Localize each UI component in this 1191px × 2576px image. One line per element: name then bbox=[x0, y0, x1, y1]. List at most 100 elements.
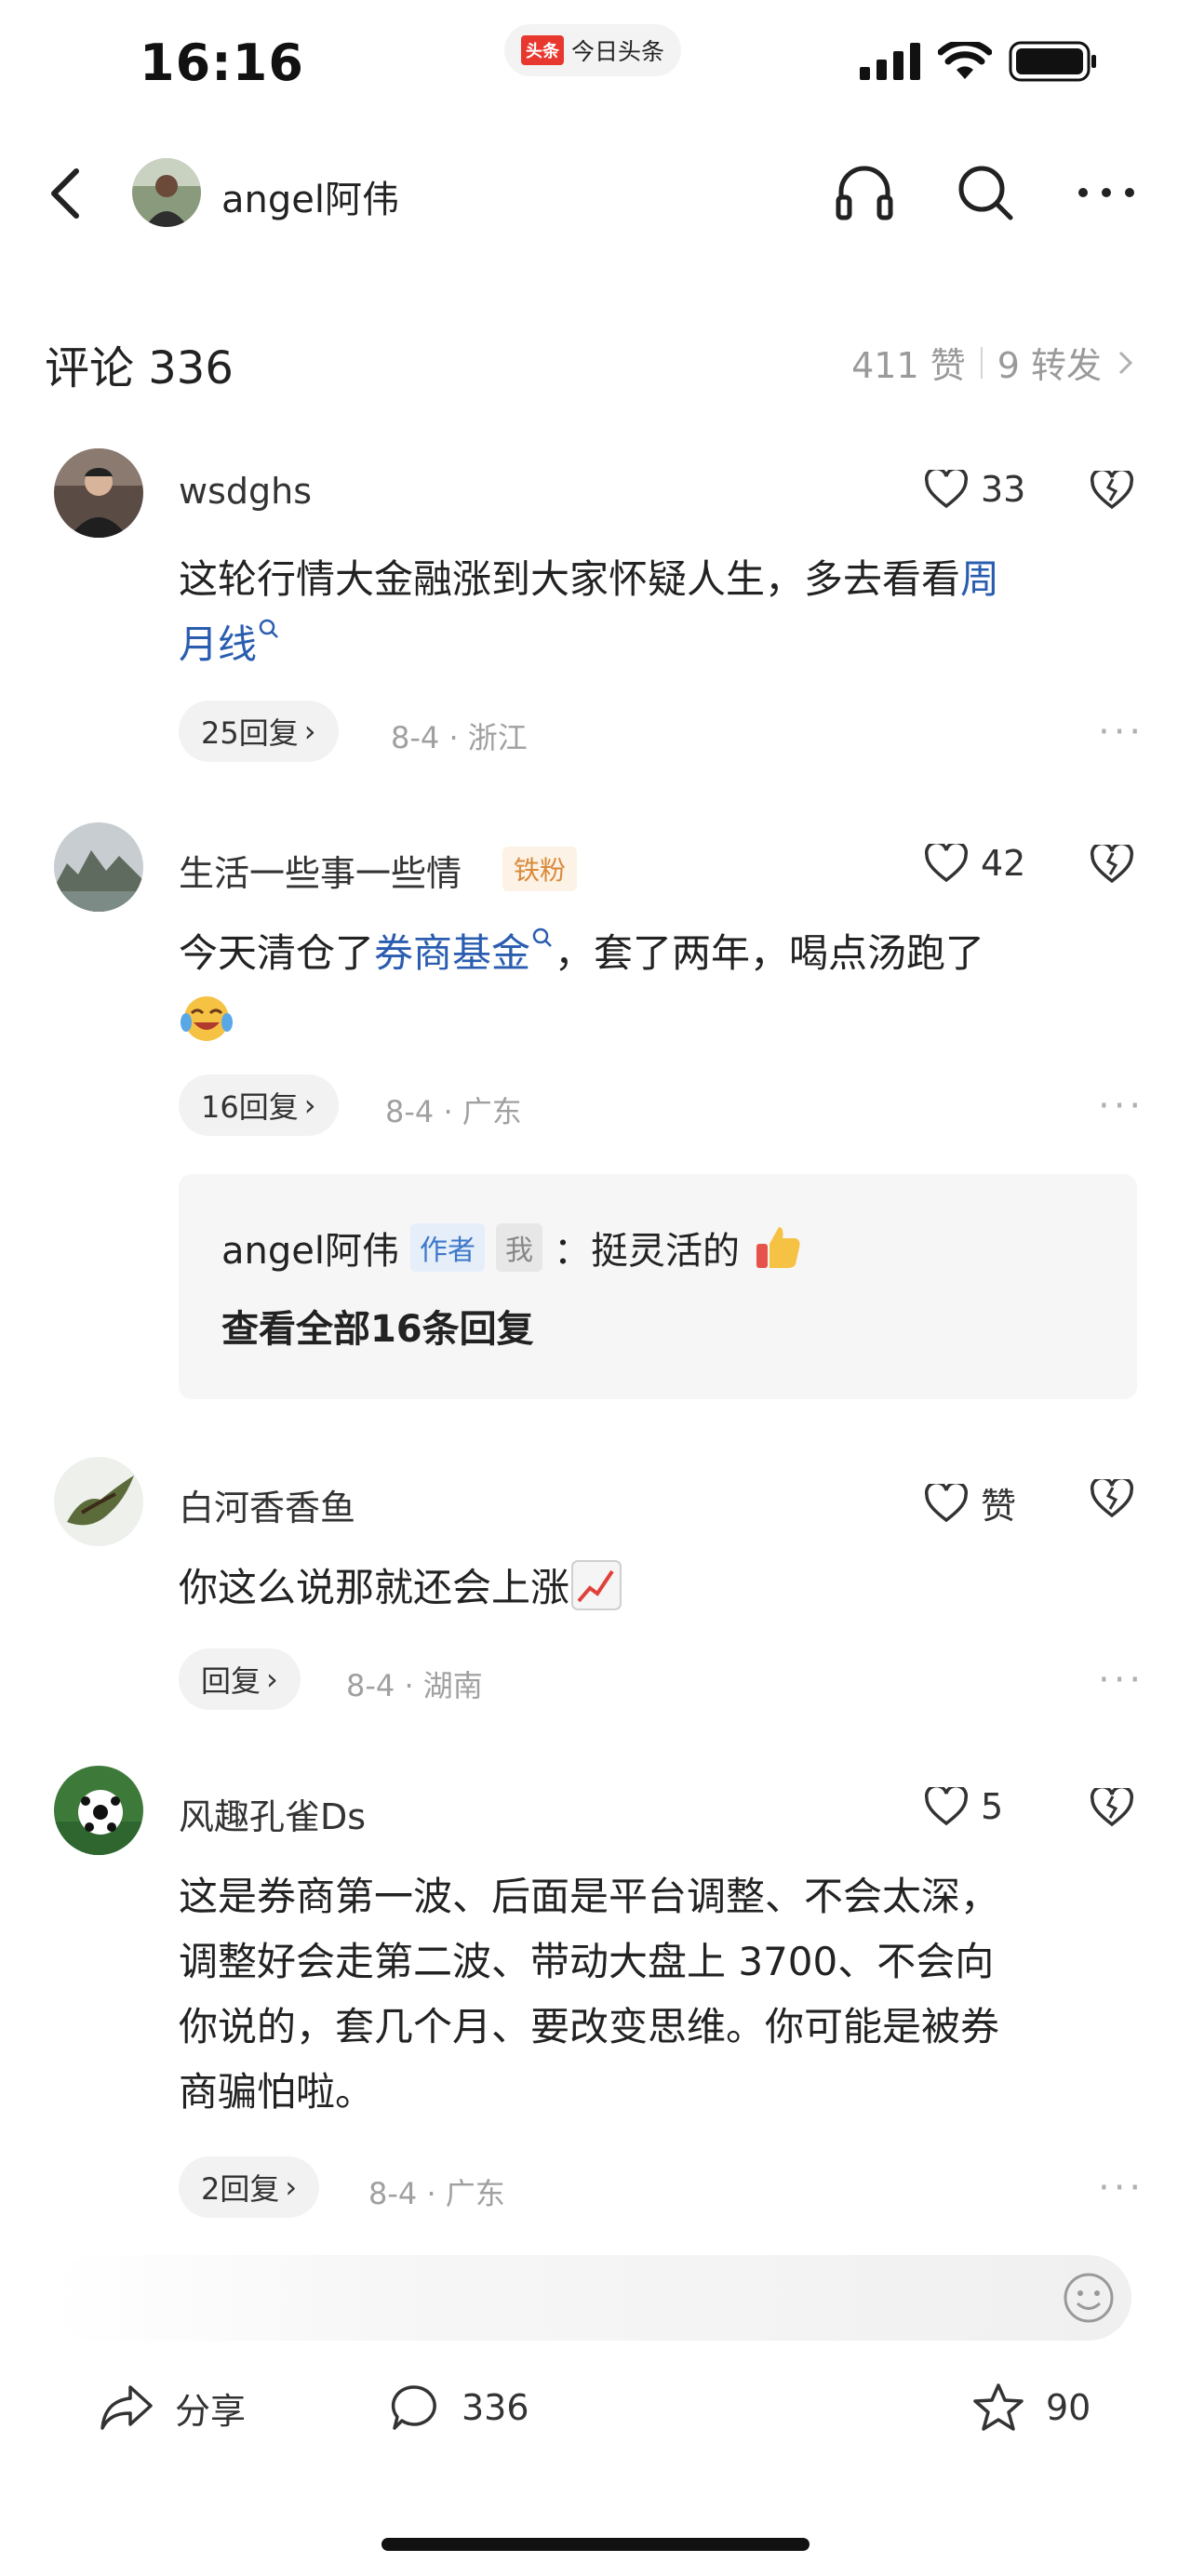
favorite-button[interactable]: 90 bbox=[971, 2382, 1091, 2434]
reply-text: ：挺灵活的 bbox=[553, 1230, 740, 1273]
comment-username[interactable]: 白河香香鱼 bbox=[179, 1479, 355, 1530]
favorite-count: 90 bbox=[1046, 2387, 1091, 2428]
reply-count-button[interactable]: 25回复 › bbox=[179, 701, 339, 762]
comment-more-icon[interactable]: ··· bbox=[1098, 711, 1144, 754]
share-button[interactable]: 分享 bbox=[99, 2382, 246, 2434]
share-icon bbox=[100, 2385, 153, 2430]
comment-more-icon[interactable]: ··· bbox=[1098, 2167, 1144, 2209]
comment-button[interactable]: 336 bbox=[389, 2382, 529, 2434]
author-avatar[interactable] bbox=[132, 158, 201, 227]
heart-icon bbox=[925, 1787, 968, 1826]
comment-like-button[interactable]: 33 bbox=[925, 469, 1025, 510]
comment-avatar[interactable] bbox=[54, 1457, 143, 1546]
wifi-icon bbox=[938, 42, 992, 79]
signal-icon bbox=[860, 43, 920, 80]
heart-icon bbox=[925, 1483, 968, 1522]
comment-meta: 8-4 · 广东 bbox=[368, 2176, 505, 2211]
comment-link[interactable]: 月线 bbox=[179, 621, 257, 667]
headphones-icon[interactable] bbox=[830, 158, 899, 227]
comment-meta: 8-4 · 广东 bbox=[385, 1094, 522, 1129]
reply-count-label: 2回复 bbox=[201, 2171, 280, 2207]
shares-count: 9 转发 bbox=[997, 345, 1102, 386]
comment-text: 今天清仓了券商基金 ，套了两年，喝点汤跑了 bbox=[179, 921, 1137, 1051]
comment-username[interactable]: wsdghs bbox=[179, 471, 312, 512]
comment-line: 你说的，套几个月、要改变思维。你可能是被券 bbox=[179, 2004, 1000, 2049]
thumbs-up-emoji-icon bbox=[756, 1227, 800, 1268]
search-link-icon bbox=[259, 619, 278, 638]
chevron-right-icon: › bbox=[303, 1088, 316, 1123]
chevron-right-icon bbox=[1118, 351, 1133, 374]
comment-text-part: 这轮行情大金融涨到大家怀疑人生，多去看看 bbox=[179, 556, 961, 602]
reply-label: 回复 bbox=[201, 1663, 261, 1699]
author-reply: angel阿伟 作者 我 ：挺灵活的 bbox=[221, 1221, 803, 1275]
laughing-tears-emoji-icon bbox=[181, 996, 233, 1041]
chevron-right-icon: › bbox=[266, 1662, 278, 1697]
more-icon[interactable] bbox=[1072, 158, 1141, 227]
comment-like-button[interactable]: 赞 bbox=[925, 1477, 1016, 1528]
comment-username[interactable]: 风趣孔雀Ds bbox=[179, 1788, 366, 1839]
reply-count-button[interactable]: 16回复 › bbox=[179, 1074, 339, 1136]
like-count: 5 bbox=[981, 1786, 1004, 1827]
status-time: 16:16 bbox=[140, 33, 304, 92]
status-icons bbox=[860, 41, 1098, 82]
comment-text-part: 你这么说那就还会上涨 bbox=[179, 1565, 570, 1610]
reply-count-label: 16回复 bbox=[201, 1089, 299, 1125]
comment-text: 你这么说那就还会上涨 bbox=[179, 1555, 1137, 1621]
comment-meta: 8-4 · 浙江 bbox=[391, 720, 528, 755]
battery-icon bbox=[1009, 41, 1096, 82]
heart-icon bbox=[925, 844, 968, 883]
comment-avatar[interactable] bbox=[54, 822, 143, 912]
author-name[interactable]: angel阿伟 bbox=[221, 169, 399, 223]
reply-count-button[interactable]: 2回复 › bbox=[179, 2156, 320, 2218]
comment-more-icon[interactable]: ··· bbox=[1098, 1085, 1144, 1128]
comment-username[interactable]: 生活一些事一些情 bbox=[179, 845, 462, 896]
comment-avatar[interactable] bbox=[54, 448, 143, 538]
comment-link[interactable]: 券商基金 bbox=[374, 930, 530, 976]
comment-more-icon[interactable]: ··· bbox=[1098, 1659, 1144, 1702]
like-count: 33 bbox=[981, 469, 1026, 510]
comment-like-button[interactable]: 5 bbox=[925, 1786, 1003, 1827]
search-icon[interactable] bbox=[951, 158, 1020, 227]
stats-divider bbox=[980, 346, 983, 379]
comment-text: 这轮行情大金融涨到大家怀疑人生，多去看看周 月线 bbox=[179, 547, 1137, 677]
like-count: 42 bbox=[981, 843, 1026, 884]
reply-count-label: 25回复 bbox=[201, 715, 299, 751]
comment-bubble-icon bbox=[391, 2385, 436, 2430]
view-all-replies-link[interactable]: 查看全部16条回复 bbox=[221, 1299, 534, 1353]
dislike-icon[interactable] bbox=[1091, 845, 1133, 884]
engagement-stats[interactable]: 411 赞 9 转发 bbox=[851, 337, 1135, 388]
comment-input[interactable] bbox=[52, 2255, 1131, 2341]
comment-line: 这是券商第一波、后面是平台调整、不会太深， bbox=[179, 1874, 1000, 1919]
comment-line: 调整好会走第二波、带动大盘上 3700、不会向 bbox=[179, 1939, 995, 1984]
home-indicator bbox=[381, 2538, 810, 2551]
reply-button[interactable]: 回复 › bbox=[179, 1648, 301, 1710]
search-link-icon bbox=[532, 928, 552, 947]
comment-count: 336 bbox=[462, 2387, 529, 2428]
share-label: 分享 bbox=[175, 2390, 247, 2432]
comment-link[interactable]: 周 bbox=[960, 556, 999, 602]
chevron-right-icon: › bbox=[303, 714, 316, 749]
comments-title: 评论 336 bbox=[45, 342, 234, 394]
back-icon[interactable] bbox=[39, 156, 95, 231]
emoji-icon[interactable] bbox=[1061, 2270, 1117, 2326]
comment-like-button[interactable]: 42 bbox=[925, 843, 1025, 884]
comment-text-part: 今天清仓了 bbox=[179, 930, 375, 976]
source-app-pill[interactable]: 头条 今日头条 bbox=[504, 24, 681, 76]
comment-text: 这是券商第一波、后面是平台调整、不会太深， 调整好会走第二波、带动大盘上 370… bbox=[179, 1864, 1137, 2125]
dislike-icon[interactable] bbox=[1091, 1479, 1133, 1518]
toutiao-logo-icon: 头条 bbox=[520, 35, 564, 65]
dislike-icon[interactable] bbox=[1091, 1788, 1133, 1827]
me-badge: 我 bbox=[495, 1223, 542, 1272]
likes-count: 411 赞 bbox=[851, 345, 966, 386]
star-icon bbox=[973, 2383, 1024, 2431]
chevron-right-icon: › bbox=[285, 2169, 298, 2205]
like-count: 赞 bbox=[981, 1486, 1017, 1527]
comment-avatar[interactable] bbox=[54, 1766, 143, 1855]
fan-badge: 铁粉 bbox=[502, 847, 578, 891]
reply-preview-box[interactable] bbox=[179, 1174, 1137, 1399]
author-badge: 作者 bbox=[409, 1223, 485, 1272]
reply-author-name[interactable]: angel阿伟 bbox=[221, 1221, 399, 1275]
chart-increasing-emoji-icon bbox=[571, 1560, 622, 1610]
heart-icon bbox=[925, 470, 968, 509]
dislike-icon[interactable] bbox=[1091, 471, 1133, 510]
